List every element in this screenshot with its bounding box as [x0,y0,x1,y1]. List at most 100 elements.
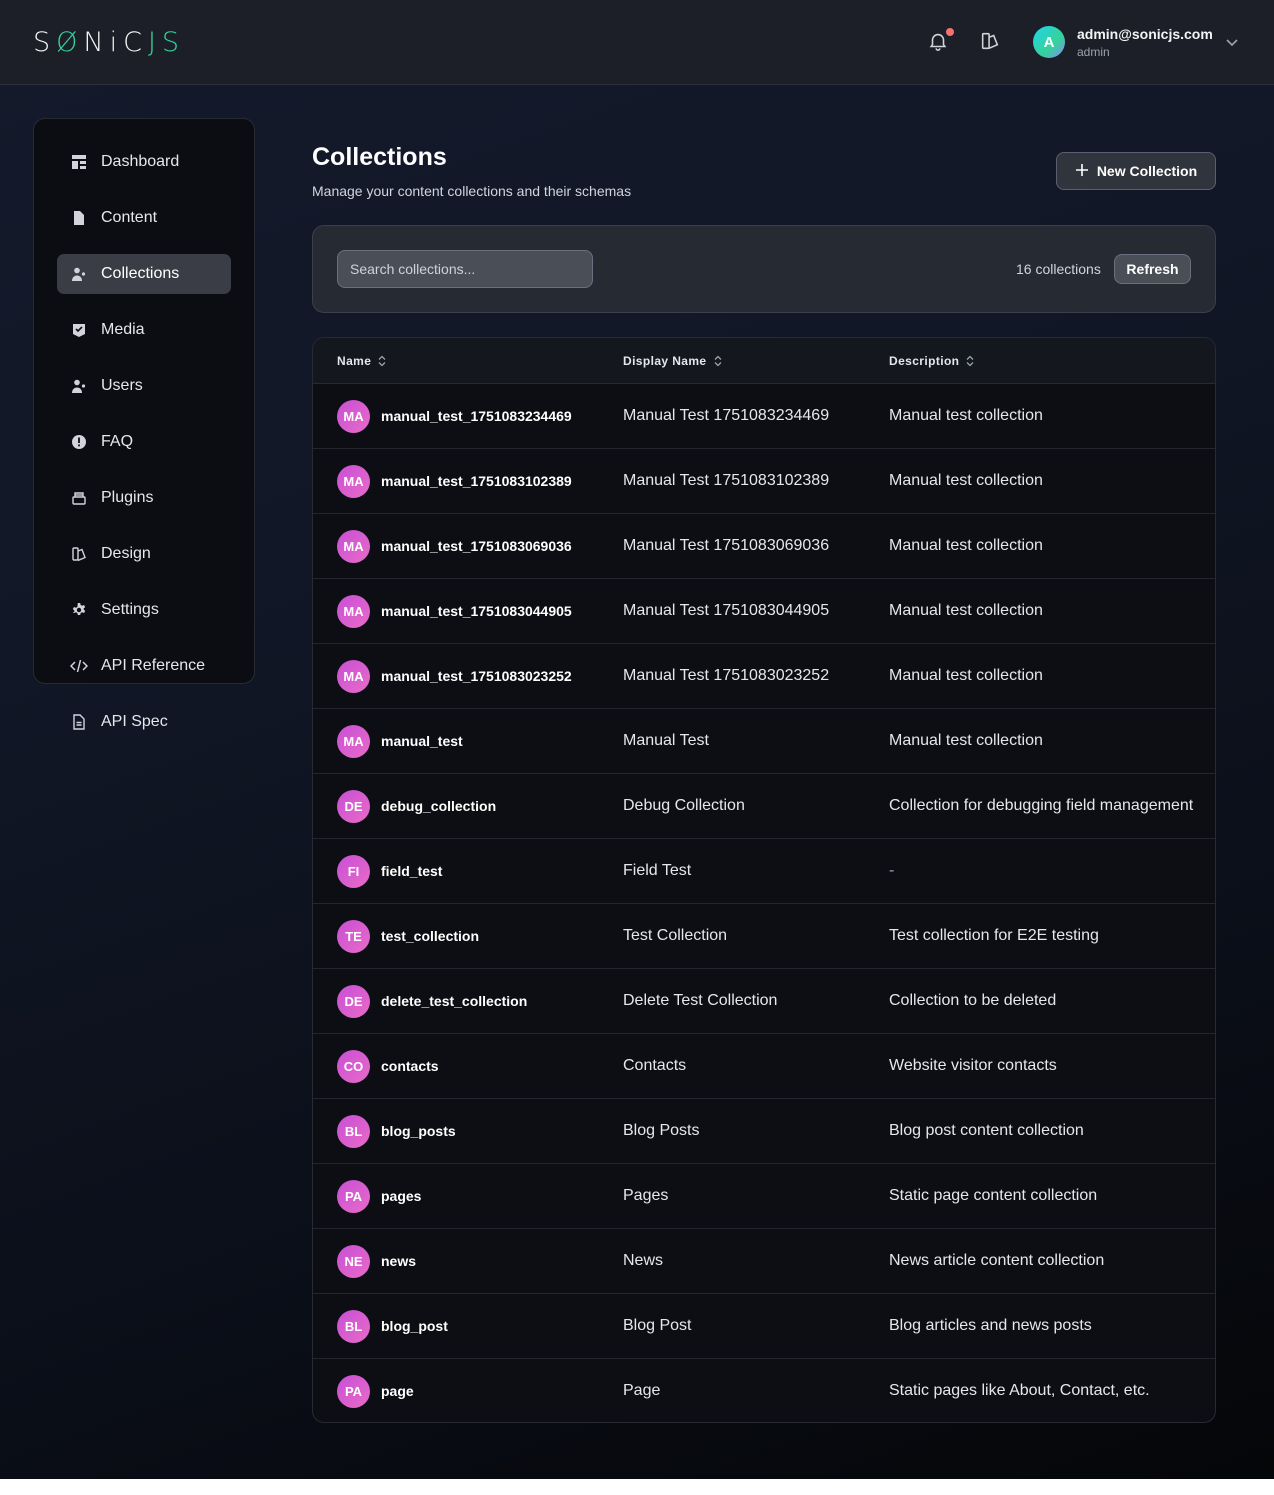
collection-description: Static pages like About, Contact, etc. [889,1382,1150,1399]
collections-table: Name Display Name Description MA manual_… [312,337,1216,1423]
collection-name[interactable]: contacts [381,1058,439,1074]
collection-name[interactable]: delete_test_collection [381,993,527,1009]
collection-description: Static page content collection [889,1187,1098,1204]
collection-badge: MA [337,465,370,498]
sidebar-item-faq[interactable]: FAQ [57,422,231,462]
sidebar-item-api-spec[interactable]: API Spec [57,702,231,742]
sidebar-item-label: Content [101,209,158,226]
page-title: Collections [312,143,447,171]
collection-badge: BL [337,1310,370,1343]
document-icon [69,208,89,228]
table-row[interactable]: BL blog_posts Blog Posts Blog post conte… [313,1099,1215,1164]
table-row[interactable]: CO contacts Contacts Website visitor con… [313,1034,1215,1099]
media-icon [69,320,89,340]
collection-name[interactable]: manual_test [381,733,463,749]
collection-display-name: Delete Test Collection [623,992,778,1009]
collection-description: Manual test collection [889,537,1043,554]
collection-badge: MA [337,595,370,628]
collection-name[interactable]: test_collection [381,928,479,944]
collection-badge: NE [337,1245,370,1278]
collection-name[interactable]: news [381,1253,416,1269]
sidebar-item-label: Media [101,321,145,338]
table-row[interactable]: MA manual_test_1751083234469 Manual Test… [313,384,1215,449]
sidebar-item-label: Collections [101,265,180,282]
new-collection-label: New Collection [1096,163,1198,179]
sidebar-item-label: Design [101,545,151,562]
table-row[interactable]: DE debug_collection Debug Collection Col… [313,774,1215,839]
sidebar-item-dashboard[interactable]: Dashboard [57,142,231,182]
collection-description: Manual test collection [889,407,1043,424]
chevron-down-icon[interactable] [1224,34,1240,50]
collection-description: News article content collection [889,1252,1105,1269]
table-row[interactable]: BL blog_post Blog Post Blog articles and… [313,1294,1215,1359]
sidebar-item-design[interactable]: Design [57,534,231,574]
column-header-display-name[interactable]: Display Name [623,354,723,368]
table-header: Name Display Name Description [313,338,1215,384]
collection-display-name: News [623,1252,664,1269]
collection-description: Test collection for E2E testing [889,927,1099,944]
collection-display-name: Pages [623,1187,669,1204]
sidebar-item-collections[interactable]: Collections [57,254,231,294]
file-text-icon [69,712,89,732]
table-row[interactable]: MA manual_test_1751083102389 Manual Test… [313,449,1215,514]
collection-name[interactable]: field_test [381,863,442,879]
search-input[interactable] [337,250,593,288]
sidebar-item-label: Dashboard [101,153,180,170]
table-row[interactable]: MA manual_test_1751083023252 Manual Test… [313,644,1215,709]
table-row[interactable]: MA manual_test_1751083069036 Manual Test… [313,514,1215,579]
notification-dot [946,28,954,36]
page-subtitle: Manage your content collections and thei… [312,183,632,199]
table-row[interactable]: NE news News News article content collec… [313,1229,1215,1294]
avatar[interactable]: A [1033,26,1065,58]
collection-badge: FI [337,855,370,888]
collection-display-name: Page [623,1382,661,1399]
table-row[interactable]: MA manual_test_1751083044905 Manual Test… [313,579,1215,644]
plugins-icon [69,488,89,508]
collection-name[interactable]: manual_test_1751083044905 [381,603,572,619]
sidebar-item-media[interactable]: Media [57,310,231,350]
collection-display-name: Test Collection [623,927,728,944]
collection-name[interactable]: debug_collection [381,798,496,814]
table-row[interactable]: TE test_collection Test Collection Test … [313,904,1215,969]
table-row[interactable]: DE delete_test_collection Delete Test Co… [313,969,1215,1034]
sonicjs-logo[interactable]: S Ø NiC JS [33,26,185,58]
collection-name[interactable]: manual_test_1751083102389 [381,473,572,489]
table-row[interactable]: PA page Page Static pages like About, Co… [313,1359,1215,1422]
sidebar-item-plugins[interactable]: Plugins [57,478,231,518]
collection-display-name: Contacts [623,1057,687,1074]
table-row[interactable]: MA manual_test Manual Test Manual test c… [313,709,1215,774]
collection-name[interactable]: blog_posts [381,1123,456,1139]
collection-display-name: Manual Test [623,732,709,749]
collection-description: Manual test collection [889,602,1043,619]
code-icon [69,656,89,676]
refresh-button[interactable]: Refresh [1114,254,1191,284]
sidebar-item-settings[interactable]: Settings [57,590,231,630]
collection-name[interactable]: page [381,1383,414,1399]
collection-display-name: Manual Test 1751083044905 [623,602,830,619]
collection-description: Manual test collection [889,732,1043,749]
sidebar-item-content[interactable]: Content [57,198,231,238]
logo-text-s: S [33,26,57,58]
collection-display-name: Manual Test 1751083023252 [623,667,830,684]
collection-name[interactable]: manual_test_1751083069036 [381,538,572,554]
new-collection-button[interactable]: New Collection [1056,152,1216,190]
collection-display-name: Manual Test 1751083102389 [623,472,830,489]
table-row[interactable]: FI field_test Field Test - [313,839,1215,904]
sidebar-item-users[interactable]: Users [57,366,231,406]
column-header-name[interactable]: Name [337,354,387,368]
collection-name[interactable]: blog_post [381,1318,448,1334]
collection-description: Collection to be deleted [889,992,1057,1009]
collection-name[interactable]: manual_test_1751083234469 [381,408,572,424]
sort-icon [377,355,387,367]
collection-badge: DE [337,790,370,823]
sidebar-item-api-reference[interactable]: API Reference [57,646,231,686]
column-header-label: Display Name [623,354,707,368]
collection-name[interactable]: manual_test_1751083023252 [381,668,572,684]
user-email[interactable]: admin@sonicjs.com [1077,26,1213,42]
column-header-description[interactable]: Description [889,354,975,368]
design-icon[interactable] [979,30,1003,54]
sidebar-item-label: API Reference [101,657,206,674]
table-row[interactable]: PA pages Pages Static page content colle… [313,1164,1215,1229]
column-header-label: Description [889,354,960,368]
collection-name[interactable]: pages [381,1188,421,1204]
